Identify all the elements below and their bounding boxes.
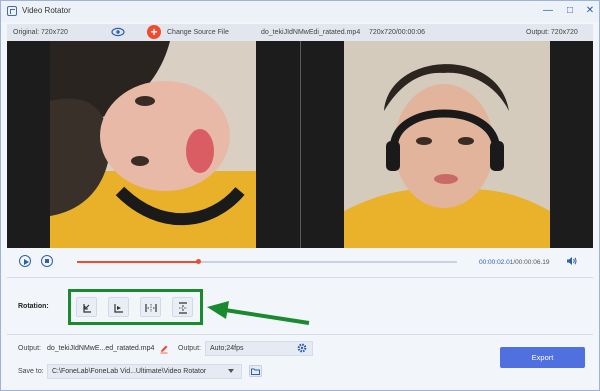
flip-horizontal-icon [145,304,157,312]
divider-line [7,277,593,278]
title-bar: Video Rotator — □ ✕ [1,1,599,22]
flip-vertical-icon [179,302,187,314]
chevron-down-icon[interactable] [228,369,234,373]
export-button[interactable]: Export [500,347,585,368]
file-meta: 720x720/00:00:06 [369,29,426,36]
time-display: 00:00:02.01/00:00:06.19 [479,259,550,266]
edit-icon[interactable] [159,344,169,354]
folder-icon[interactable] [249,365,262,377]
original-resolution: Original: 720x720 [13,29,68,36]
total-time: /00:00:06.19 [513,259,550,266]
output-file-label: Output: [18,345,41,352]
play-icon [23,258,29,265]
divider-line [7,334,593,335]
current-time: 00:00:02.01 [479,259,514,266]
stop-button[interactable] [41,255,53,267]
progress-track[interactable] [77,259,457,264]
video-rotator-window: Video Rotator — □ ✕ Original: 720x720 + … [0,0,600,391]
output-resolution: Output: 720x720 [526,29,578,36]
eye-icon[interactable] [111,27,125,37]
progress-fill [77,261,199,263]
output-file-name: do_tekiJIdNMwE...ed_ratated.mp4 [47,345,155,352]
save-path-select[interactable]: C:\FoneLab\FoneLab Vid...Ultimate\Video … [47,364,242,379]
change-source-button[interactable]: Change Source File [167,29,229,36]
volume-icon[interactable] [566,256,577,266]
rotate-left-icon [83,304,91,313]
close-icon[interactable]: ✕ [584,5,596,17]
add-source-icon[interactable]: + [147,25,161,39]
minimize-icon[interactable]: — [542,5,554,17]
gear-icon[interactable] [297,343,307,353]
rotate-right-button[interactable] [108,297,129,317]
output-format-value: Auto;24fps [210,345,244,352]
flip-vertical-button[interactable] [172,297,193,317]
save-path-value: C:\FoneLab\FoneLab Vid...Ultimate\Video … [52,368,207,375]
window-title: Video Rotator [22,6,71,15]
video-preview [7,41,593,248]
playback-controls: 00:00:02.01/00:00:06.19 [7,248,593,277]
rotate-left-button[interactable] [76,297,97,317]
save-to-label: Save to: [18,368,44,375]
original-video-frame [50,41,256,248]
preview-divider [300,41,301,248]
rotated-video-frame [344,41,550,248]
rotation-label: Rotation: [18,303,49,310]
maximize-icon[interactable]: □ [564,5,576,17]
annotation-arrow [207,301,310,325]
app-icon [7,6,17,16]
rotation-controls-highlight [68,289,203,325]
progress-handle[interactable] [196,259,202,264]
file-name: do_tekiJIdNMwEdi_ratated.mp4 [261,29,361,36]
flip-horizontal-button[interactable] [140,297,161,317]
stop-icon [45,259,49,263]
play-button[interactable] [19,255,31,267]
info-bar: Original: 720x720 + Change Source File d… [7,24,593,41]
rotate-right-icon [114,304,123,313]
output-format-label: Output: [178,345,201,352]
